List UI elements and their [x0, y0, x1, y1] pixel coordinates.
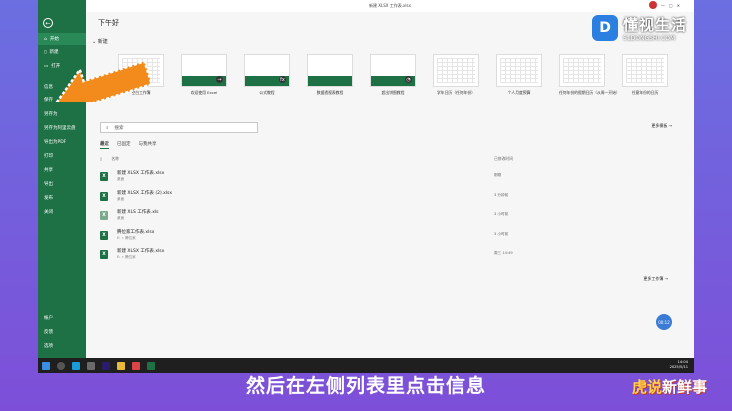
file-row[interactable]: X 新建 XLSX 工作表 (2).xlsx 桌面 3 分钟前 — [100, 190, 664, 210]
sidebar-item-export-pdf[interactable]: 导出为PDF — [38, 136, 86, 148]
user-area[interactable]: — ▢ ✕ — [648, 1, 680, 9]
premiere-icon[interactable] — [102, 361, 110, 370]
title-bar: 新建 XLSX 工作表.xlsx — [86, 0, 694, 12]
template-formula[interactable]: fx 公式教程 — [244, 54, 290, 96]
maximize-icon[interactable]: ▢ — [669, 3, 673, 8]
video-subtitle: 然后在左侧列表里点击信息 — [245, 375, 486, 397]
windows-start-icon[interactable] — [42, 361, 50, 370]
tab-shared[interactable]: 与我共享 — [139, 141, 157, 149]
avatar[interactable] — [648, 1, 657, 9]
file-list-header: ▯ 名称 已修改时间 — [100, 156, 513, 161]
excel-file-icon: X — [100, 211, 108, 220]
chrome-icon[interactable] — [132, 361, 140, 370]
arrow-right-icon: → — [216, 76, 223, 83]
formula-icon: fx — [279, 76, 286, 83]
sidebar-item-save-cloud[interactable]: 另存为阿里云盘 — [38, 122, 86, 134]
home-icon: ⌂ — [44, 36, 47, 42]
close-icon[interactable]: ✕ — [677, 3, 680, 8]
search-input[interactable]: ⌕ 搜索 — [100, 122, 258, 133]
tab-pinned[interactable]: 已固定 — [117, 141, 131, 149]
backstage-sidebar: ← ⌂ 开始 ▯ 新建 ▭ 打开 信息 保存 另存为 另存为阿里云盘 导出为PDF 打… — [38, 0, 86, 358]
folder-icon: ▭ — [44, 63, 49, 69]
file-row[interactable]: X 新建 XLSX 工作表.xlsx E: » 腾位家 周三 14:49 — [100, 248, 664, 268]
brand-logo-icon: D — [592, 15, 618, 41]
sidebar-item-close[interactable]: 关闭 — [38, 206, 86, 218]
chart-icon: ◔ — [405, 76, 412, 83]
sidebar-item-new[interactable]: ▯ 新建 — [38, 46, 86, 58]
template-chart[interactable]: ◔ 超出饼图教程 — [370, 54, 416, 96]
new-section-header[interactable]: ⌄ 新建 — [92, 38, 108, 45]
edge-icon[interactable] — [72, 361, 80, 370]
sidebar-item-share[interactable]: 共享 — [38, 164, 86, 176]
watermark-logo-top: D 懂视生活 51DONGSHI.COM — [592, 14, 687, 42]
orange-arrow-pointer — [54, 59, 150, 102]
backstage-main: 下午好 ⌄ 新建 空白工作簿 → 欢迎使用 Excel fx 公式教程 数据透视表教… — [86, 12, 694, 358]
minimize-icon[interactable]: — — [661, 3, 665, 8]
back-arrow-icon[interactable]: ← — [43, 18, 53, 28]
file-tabs: 最近 已固定 与我共享 — [100, 141, 157, 149]
sidebar-item-account[interactable]: 帐户 — [38, 312, 86, 324]
window-title: 新建 XLSX 工作表.xlsx — [369, 3, 411, 8]
sidebar-item-print[interactable]: 打印 — [38, 150, 86, 162]
settings-icon[interactable] — [87, 361, 95, 370]
file-row[interactable]: X 腾位家工作表.xlsx E: » 腾位家 3 小时前 — [100, 229, 664, 249]
sidebar-item-save-as[interactable]: 另存为 — [38, 108, 86, 120]
template-gallery: 空白工作簿 → 欢迎使用 Excel fx 公式教程 数据透视表教程 ◔ 超出饼图教程… — [118, 54, 668, 96]
file-row[interactable]: X 新建 XLSX 工作表.xlsx 桌面 刚刚 — [100, 170, 664, 190]
template-budget[interactable]: 个人月度预算 — [496, 54, 542, 96]
tab-recent[interactable]: 最近 — [100, 141, 109, 149]
excel-window: ← ⌂ 开始 ▯ 新建 ▭ 打开 信息 保存 另存为 另存为阿里云盘 导出为PDF 打… — [38, 0, 694, 358]
sidebar-item-home[interactable]: ⌂ 开始 — [38, 33, 86, 45]
more-templates-link[interactable]: 更多模板 → — [651, 123, 672, 129]
search-icon: ⌕ — [106, 125, 109, 131]
excel-file-icon: X — [100, 172, 108, 181]
sidebar-item-options[interactable]: 选项 — [38, 340, 86, 352]
file-row[interactable]: X 新建 XLS 工作表.xls 桌面 3 小时前 — [100, 209, 664, 229]
greeting: 下午好 — [98, 19, 119, 27]
recent-file-list: X 新建 XLSX 工作表.xlsx 桌面 刚刚 X 新建 XLSX 工作表 (2… — [100, 170, 664, 268]
template-any-calendar[interactable]: 任意年份的日历 — [622, 54, 668, 96]
excel-file-icon: X — [100, 230, 108, 240]
template-holiday-calendar[interactable]: 任何年份的假期日历（从周一开始） — [559, 54, 620, 96]
sidebar-item-export[interactable]: 导出 — [38, 178, 86, 190]
file-explorer-icon[interactable] — [117, 361, 125, 370]
watermark-bottom: 虎说新鲜事 — [632, 378, 708, 396]
sidebar-item-publish[interactable]: 发布 — [38, 192, 86, 204]
template-school-calendar[interactable]: 学年日历（任何年份） — [433, 54, 479, 96]
system-clock[interactable]: 14:04 2025/5/11 — [670, 360, 688, 370]
file-type-icon: ▯ — [100, 156, 103, 161]
new-file-icon: ▯ — [44, 49, 47, 55]
excel-file-icon: X — [100, 250, 108, 259]
excel-file-icon: X — [100, 191, 108, 201]
sidebar-item-feedback[interactable]: 反馈 — [38, 326, 86, 338]
more-workbooks-link[interactable]: 更多工作簿 → — [643, 276, 668, 282]
template-welcome[interactable]: → 欢迎使用 Excel — [181, 54, 227, 96]
template-pivot[interactable]: 数据透视表教程 — [307, 54, 353, 96]
search-icon[interactable] — [57, 361, 65, 370]
timer-badge[interactable]: 00:12 — [656, 314, 672, 330]
excel-taskbar-icon[interactable] — [147, 361, 155, 370]
